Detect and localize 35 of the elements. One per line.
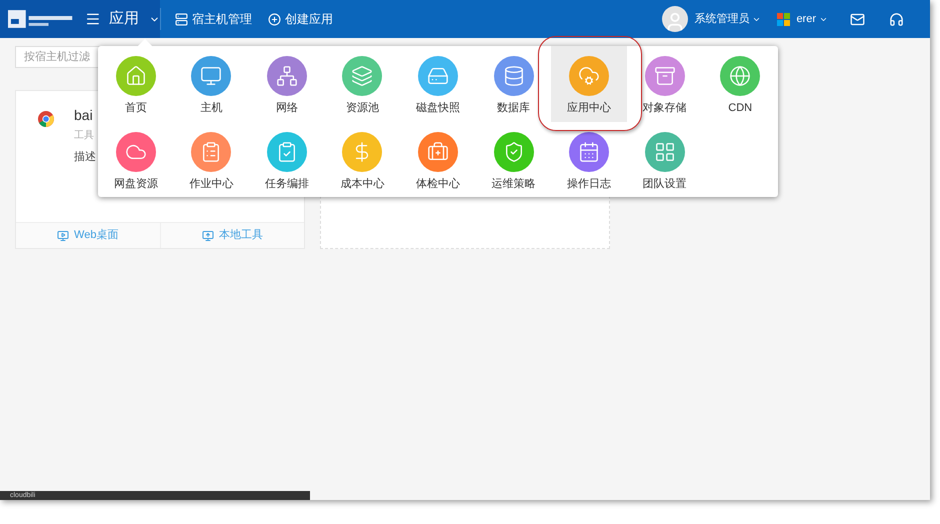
app-description: 描述 [74, 150, 96, 165]
mail-icon[interactable] [850, 12, 865, 26]
monitor-icon [202, 230, 214, 242]
app-menu-item[interactable]: CDN [702, 46, 778, 122]
nav-link[interactable]: 宿主机管理 [175, 10, 252, 28]
app-menu-item[interactable]: 网络 [249, 46, 325, 122]
headset-icon[interactable] [889, 12, 904, 26]
app-menu-item[interactable]: 磁盘快照 [400, 46, 476, 122]
menu-icon[interactable] [85, 11, 101, 27]
nav-link[interactable]: 创建应用 [268, 10, 333, 28]
app-menu-item[interactable]: 主机 [174, 46, 250, 122]
windows-logo-icon [777, 12, 790, 26]
user-menu[interactable]: 系统管理员 [694, 10, 762, 28]
app-switcher[interactable]: 应用 [109, 8, 160, 30]
user-avatar[interactable] [662, 6, 688, 32]
app-menu-item[interactable]: 应用中心 [551, 46, 627, 122]
plus-circle-icon [268, 12, 281, 26]
app-category: 工具 [74, 129, 95, 143]
app-menu-item[interactable]: 作业中心 [174, 122, 250, 198]
app-menu-item[interactable]: 任务编排 [249, 122, 325, 198]
app-name: bai [74, 106, 94, 125]
app-menu-item[interactable]: 操作日志 [551, 122, 627, 198]
app-menu-item[interactable]: 体检中心 [400, 122, 476, 198]
browser-icon [38, 111, 54, 127]
app-menu-item[interactable]: 网盘资源 [98, 122, 174, 198]
app-menu-item[interactable]: 对象存储 [626, 46, 702, 122]
team-menu[interactable]: erer [796, 10, 828, 28]
app-menu-item[interactable]: 首页 [98, 46, 174, 122]
app-menu-item[interactable]: 运维策略 [476, 122, 552, 198]
app-menu-item[interactable]: 成本中心 [324, 122, 400, 198]
app-menu-item[interactable]: 资源池 [324, 46, 400, 122]
monitor-icon [57, 230, 70, 242]
server-icon [175, 12, 188, 26]
app-menu-item[interactable]: 团队设置 [626, 122, 702, 198]
app-menu-item[interactable]: 数据库 [476, 46, 552, 122]
